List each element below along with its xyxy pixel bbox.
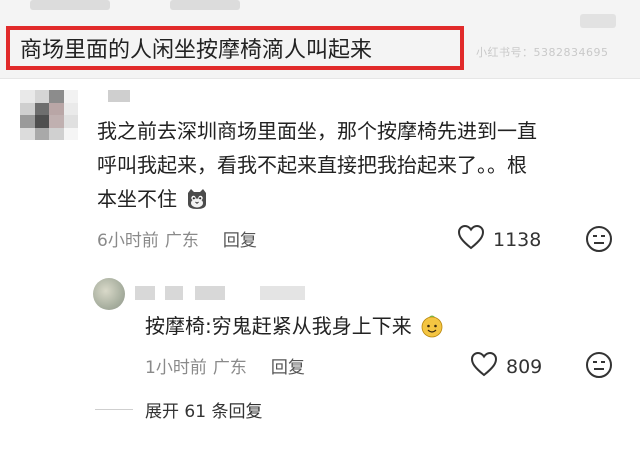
heart-icon xyxy=(457,224,485,255)
blurred-username xyxy=(195,286,225,300)
avatar[interactable] xyxy=(93,278,125,310)
watermark: 小红书号：5382834695 xyxy=(476,46,609,59)
dislike-face-icon xyxy=(586,352,612,378)
post-title-text: 商场里面的人闲坐按摩椅滴人叫起来 xyxy=(20,38,373,63)
comment-location: 广东 xyxy=(164,231,199,251)
blurred-header-fragment xyxy=(30,0,110,10)
blurred-username xyxy=(165,286,183,300)
smiling-face-icon xyxy=(420,314,444,338)
like-count: 1138 xyxy=(493,228,542,251)
heart-icon xyxy=(470,351,498,382)
reply-text: 按摩椅:穷鬼赶紧从我身上下来 xyxy=(145,310,444,339)
dislike-face-icon xyxy=(586,226,612,252)
expand-replies-button[interactable]: 展开 61 条回复 xyxy=(145,397,262,422)
comment-time: 6小时前 xyxy=(97,231,159,251)
reply-body: 按摩椅:穷鬼赶紧从我身上下来 xyxy=(145,314,412,338)
like-button[interactable]: 1138 xyxy=(457,224,541,255)
blurred-header-fragment xyxy=(170,0,240,10)
blurred-username xyxy=(108,90,130,102)
highlighted-post-title: 商场里面的人闲坐按摩椅滴人叫起来 xyxy=(6,26,464,70)
dislike-button[interactable] xyxy=(585,351,613,379)
comment-meta: 6小时前 广东 回复 xyxy=(97,226,257,251)
blurred-header-fragment xyxy=(580,14,616,28)
cat-face-icon xyxy=(185,187,209,211)
reply-button[interactable]: 回复 xyxy=(271,353,305,378)
reply-location: 广东 xyxy=(212,358,247,378)
like-button[interactable]: 809 xyxy=(470,351,542,382)
reply-button[interactable]: 回复 xyxy=(223,226,257,251)
blurred-username xyxy=(135,286,155,300)
reply-meta: 1小时前 广东 回复 xyxy=(145,353,305,378)
reply-time: 1小时前 xyxy=(145,358,207,378)
comment-body: 我之前去深圳商场里面坐，那个按摩椅先进到一直呼叫我起来，看我不起来直接把我抬起来… xyxy=(97,119,537,211)
divider xyxy=(95,409,133,410)
like-count: 809 xyxy=(506,355,543,378)
dislike-button[interactable] xyxy=(585,225,613,253)
avatar[interactable] xyxy=(20,90,78,140)
top-strip: 商场里面的人闲坐按摩椅滴人叫起来 小红书号：5382834695 xyxy=(0,0,640,79)
blurred-username xyxy=(260,286,305,300)
comment-text: 我之前去深圳商场里面坐，那个按摩椅先进到一直呼叫我起来，看我不起来直接把我抬起来… xyxy=(97,114,537,216)
